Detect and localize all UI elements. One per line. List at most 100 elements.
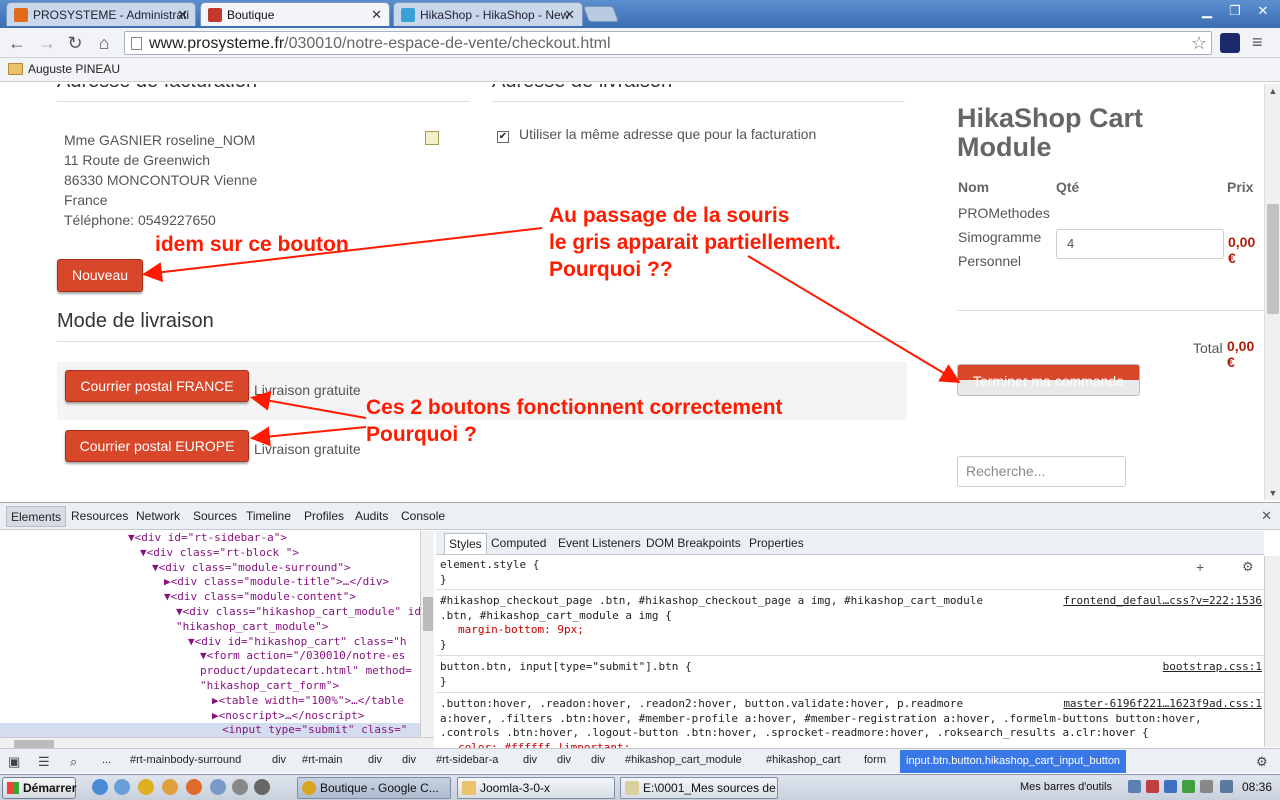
css-selector[interactable]: button.btn, input[type="submit"].btn {: [440, 660, 1262, 675]
breadcrumb-item[interactable]: #rt-sidebar-a: [436, 754, 498, 766]
dom-node[interactable]: ▼<form action="/030010/notre-es: [0, 649, 420, 664]
close-icon[interactable]: ✕: [1261, 508, 1272, 524]
tab-dom-breakpoints[interactable]: DOM Breakpoints: [646, 536, 741, 550]
css-property[interactable]: margin-bottom: 9px;: [440, 623, 1262, 638]
tab-network[interactable]: Network: [136, 509, 180, 523]
tab-computed[interactable]: Computed: [491, 536, 546, 550]
dom-node[interactable]: "hikashop_cart_module">: [0, 620, 420, 635]
tab-elements[interactable]: Elements: [6, 506, 67, 527]
css-source-link[interactable]: master-6196f221…1623f9ad.css:1: [1063, 697, 1262, 712]
taskbar-task-folder[interactable]: Joomla-3-0-x: [457, 777, 615, 799]
dom-node[interactable]: ▼<div class="module-content">: [0, 590, 420, 605]
close-icon[interactable]: ✕: [564, 3, 575, 26]
tab-event-listeners[interactable]: Event Listeners: [558, 536, 641, 550]
scroll-down-icon[interactable]: ▼: [1265, 486, 1280, 500]
css-source-link[interactable]: frontend_defaul…css?v=222:1536: [1063, 594, 1262, 609]
restore-icon[interactable]: ❐: [1224, 2, 1246, 20]
tray-icon[interactable]: [1200, 780, 1213, 793]
breadcrumb-item[interactable]: div: [523, 754, 537, 766]
breadcrumb-item[interactable]: #rt-main: [302, 754, 342, 766]
scroll-thumb[interactable]: [14, 740, 54, 748]
styles-scrollbar[interactable]: [1264, 556, 1280, 747]
dom-node[interactable]: ▼<div id="hikashop_cart" class="h: [0, 635, 420, 650]
quicklaunch-app-icon[interactable]: [254, 779, 270, 795]
tray-icon[interactable]: [1220, 780, 1233, 793]
css-selector[interactable]: a:hover, .filters .btn:hover, #member-pr…: [440, 712, 1262, 727]
dom-node[interactable]: ▶<noscript>…</noscript>: [0, 709, 420, 724]
dom-node[interactable]: ▶<table width="100%">…</table: [0, 694, 420, 709]
tab-audits[interactable]: Audits: [355, 509, 388, 523]
scroll-thumb[interactable]: [423, 597, 433, 631]
scroll-thumb[interactable]: [1267, 204, 1279, 314]
tray-icon[interactable]: [1128, 780, 1141, 793]
dom-node-selected[interactable]: <input type="submit" class=": [0, 723, 420, 737]
quicklaunch-browser-icon[interactable]: [114, 779, 130, 795]
quicklaunch-app-icon[interactable]: [232, 779, 248, 795]
dom-node[interactable]: ▼<div class="hikashop_cart_module" id=: [0, 605, 420, 620]
css-source-link[interactable]: bootstrap.css:1: [1163, 660, 1262, 675]
scroll-up-icon[interactable]: ▲: [1265, 84, 1280, 98]
forward-icon[interactable]: →: [36, 32, 58, 54]
toolbars-label[interactable]: Mes barres d'outils: [1020, 781, 1112, 793]
tray-icon[interactable]: [1146, 780, 1159, 793]
extension-icon[interactable]: [1220, 33, 1240, 53]
tab-timeline[interactable]: Timeline: [246, 509, 291, 523]
breadcrumb-item[interactable]: div: [557, 754, 571, 766]
taskbar-task-editor[interactable]: E:\0001_Mes sources de ...: [620, 777, 778, 799]
breadcrumb-item[interactable]: ...: [102, 754, 111, 766]
tab-sources[interactable]: Sources: [193, 509, 237, 523]
breadcrumb-item[interactable]: div: [402, 754, 416, 766]
search-icon[interactable]: ⌕: [70, 754, 77, 770]
quicklaunch-ie-icon[interactable]: [92, 779, 108, 795]
css-selector[interactable]: .controls .btn:hover, .logout-button .bt…: [440, 726, 1262, 741]
breadcrumb-item[interactable]: form: [864, 754, 886, 766]
back-icon[interactable]: ←: [6, 32, 28, 54]
css-selector[interactable]: .btn, #hikashop_cart_module a img {: [440, 609, 1262, 624]
tray-icon[interactable]: [1164, 780, 1177, 793]
taskbar-task-chrome[interactable]: Boutique - Google C...: [297, 777, 451, 799]
bookmark-folder[interactable]: Auguste PINEAU: [8, 62, 120, 76]
css-selector[interactable]: element.style {: [440, 558, 1262, 573]
console-drawer-icon[interactable]: ☰: [38, 754, 50, 770]
url-text[interactable]: www.prosysteme.fr/030010/notre-espace-de…: [149, 34, 611, 54]
dom-node[interactable]: ▼<div class="module-surround">: [0, 561, 420, 576]
tab-prosysteme-admin[interactable]: PROSYSTEME - Administrati ✕: [6, 2, 196, 26]
star-icon[interactable]: ☆: [1191, 32, 1207, 54]
breadcrumb-item[interactable]: div: [368, 754, 382, 766]
breadcrumb-item[interactable]: #hikashop_cart: [766, 754, 841, 766]
dom-node[interactable]: "hikashop_cart_form">: [0, 679, 420, 694]
dom-node[interactable]: ▶<div class="module-title">…</div>: [0, 575, 420, 590]
dock-icon[interactable]: ▣: [8, 754, 20, 770]
dom-node[interactable]: product/updatecart.html" method=: [0, 664, 420, 679]
tab-styles[interactable]: Styles: [444, 533, 487, 554]
address-bar[interactable]: www.prosysteme.fr/030010/notre-espace-de…: [124, 31, 1212, 55]
dom-scrollbar[interactable]: [420, 531, 434, 737]
minimize-icon[interactable]: ▁: [1196, 2, 1218, 20]
close-window-icon[interactable]: ✕: [1252, 2, 1274, 20]
quicklaunch-app-icon[interactable]: [210, 779, 226, 795]
close-icon[interactable]: ✕: [177, 3, 188, 26]
quicklaunch-chrome-icon[interactable]: [138, 779, 154, 795]
menu-icon[interactable]: ≡: [1252, 32, 1263, 53]
quicklaunch-firefox-icon[interactable]: [186, 779, 202, 795]
settings-gear-icon[interactable]: ⚙: [1256, 754, 1268, 770]
reload-icon[interactable]: ↻: [64, 32, 86, 54]
new-tab-button[interactable]: [583, 6, 619, 22]
breadcrumb-item[interactable]: #hikashop_cart_module: [625, 754, 742, 766]
close-icon[interactable]: ✕: [371, 3, 382, 26]
tab-boutique[interactable]: Boutique ✕: [200, 2, 390, 26]
tab-hikashop[interactable]: HikaShop - HikaShop - New ✕: [393, 2, 583, 26]
tray-icon[interactable]: [1182, 780, 1195, 793]
dom-node[interactable]: ▼<div id="rt-sidebar-a">: [0, 531, 420, 546]
start-button[interactable]: Démarrer: [2, 777, 76, 799]
tab-profiles[interactable]: Profiles: [304, 509, 344, 523]
tab-console[interactable]: Console: [401, 509, 445, 523]
home-icon[interactable]: ⌂: [93, 32, 115, 54]
tab-resources[interactable]: Resources: [71, 509, 128, 523]
tab-properties[interactable]: Properties: [749, 536, 804, 550]
breadcrumb-item[interactable]: div: [272, 754, 286, 766]
breadcrumb-item[interactable]: div: [591, 754, 605, 766]
quicklaunch-folder-icon[interactable]: [162, 779, 178, 795]
page-scrollbar[interactable]: ▲ ▼: [1264, 84, 1280, 500]
breadcrumb-item-selected[interactable]: input.btn.button.hikashop_cart_input_but…: [900, 750, 1127, 773]
